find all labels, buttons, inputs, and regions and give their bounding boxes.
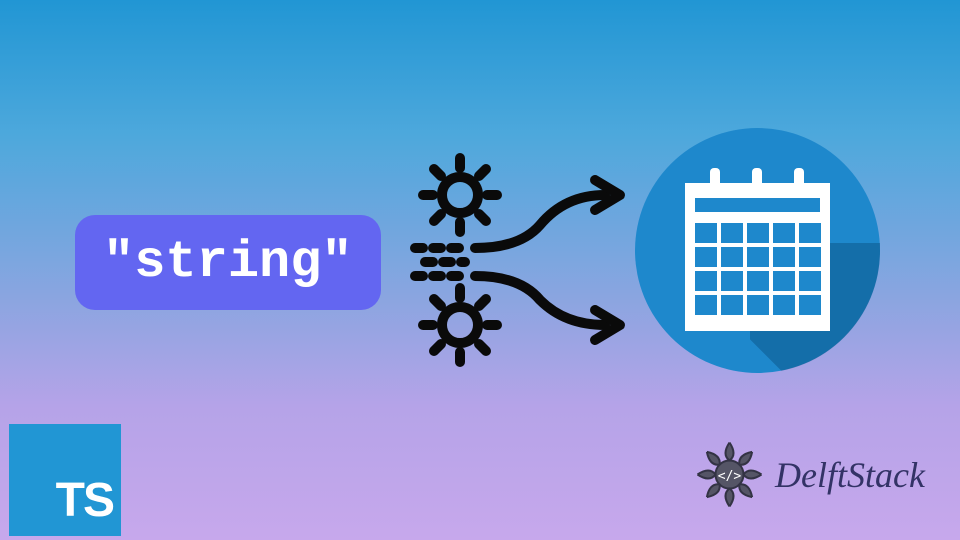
- calendar-circle: [635, 128, 880, 373]
- gears-transform-icon: [410, 150, 640, 375]
- string-badge: "string": [75, 215, 381, 310]
- svg-text:</>: </>: [718, 469, 742, 484]
- mandala-icon: </>: [692, 437, 767, 512]
- ts-logo-text: TS: [56, 473, 113, 528]
- calendar-icon: [680, 168, 835, 333]
- typescript-logo: TS: [9, 424, 121, 536]
- brand-name: DelftStack: [775, 454, 925, 496]
- string-text: "string": [103, 233, 353, 292]
- delftstack-brand: </> DelftStack: [692, 437, 925, 512]
